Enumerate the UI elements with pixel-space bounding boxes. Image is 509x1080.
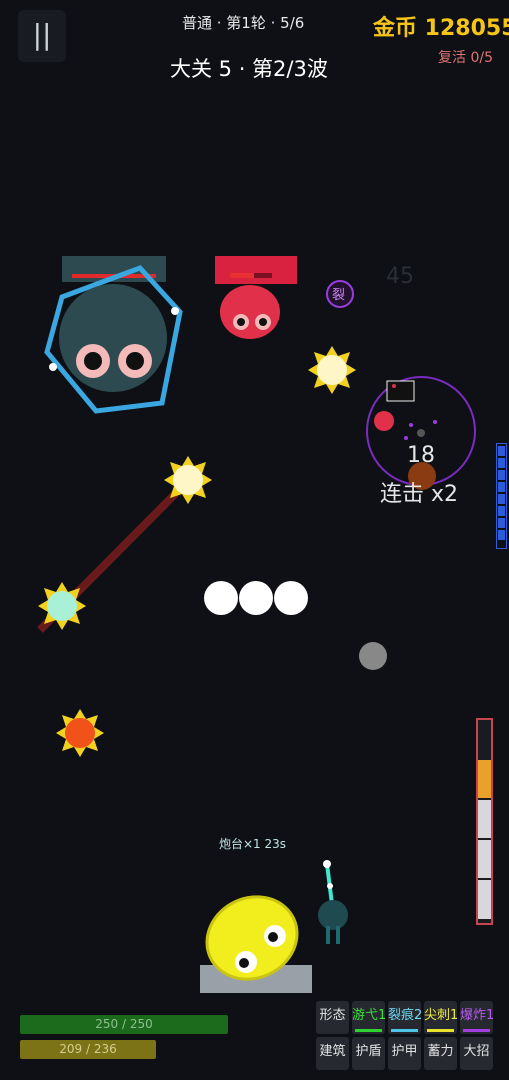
white-balls (204, 581, 308, 615)
playfield (37, 256, 476, 993)
skill-crack-button[interactable]: 裂痕2 (388, 1001, 421, 1034)
skill-label: 裂痕2 (388, 1008, 421, 1023)
skill-armor-button[interactable]: 护甲 (388, 1037, 421, 1070)
turret-label: 炮台×1 23s (219, 837, 287, 851)
split-badge-label: 裂 (332, 288, 346, 303)
skill-label: 爆炸1 (460, 1008, 493, 1023)
skill-label: 形态 (319, 1008, 346, 1023)
skill-label: 大招 (463, 1044, 490, 1059)
turret (318, 860, 348, 944)
spike-projectile-cyan (38, 582, 86, 630)
skill-explode-button[interactable]: 爆炸1 (460, 1001, 493, 1034)
red-enemy-health-plate (215, 256, 297, 284)
spike-projectile-orange (56, 709, 104, 757)
skill-roam-button[interactable]: 游弋1 (352, 1001, 385, 1034)
skill-label: 建筑 (319, 1044, 346, 1059)
skill-label: 尖刺1 (424, 1008, 457, 1023)
skill-spike-button[interactable]: 尖刺1 (424, 1001, 457, 1034)
red-enemy (215, 256, 297, 339)
charge-gauge (476, 718, 493, 925)
combo-meter (496, 443, 507, 549)
skill-charge-button[interactable]: 蓄力 (424, 1037, 457, 1070)
spike-projectile (164, 456, 212, 504)
red-enemy-body (220, 285, 280, 339)
skill-shield-button[interactable]: 护盾 (352, 1037, 385, 1070)
combo-text: 连击 x2 (380, 482, 459, 507)
game-stage[interactable]: || 普通 · 第1轮 · 5/6 金币 128055 复活 0/5 大关 5 … (0, 0, 509, 1080)
skill-label: 蓄力 (427, 1044, 454, 1059)
skill-form-button[interactable]: 形态 (316, 1001, 349, 1034)
grey-ball (359, 642, 387, 670)
skill-label: 护甲 (391, 1044, 418, 1059)
skill-ultimate-button[interactable]: 大招 (460, 1037, 493, 1070)
spike-projectile (308, 346, 356, 394)
xp-text: 209 / 236 (59, 1042, 117, 1056)
hp-text: 250 / 250 (95, 1017, 153, 1031)
skill-build-button[interactable]: 建筑 (316, 1037, 349, 1070)
combo-count: 18 (407, 443, 435, 468)
boss-enemy (44, 256, 183, 414)
player (200, 895, 312, 993)
faded-damage-number: 45 (386, 264, 414, 289)
purple-aoe-ring (366, 376, 476, 490)
boss-body (59, 284, 167, 392)
skill-label: 游弋1 (352, 1008, 385, 1023)
skill-label: 护盾 (355, 1044, 382, 1059)
